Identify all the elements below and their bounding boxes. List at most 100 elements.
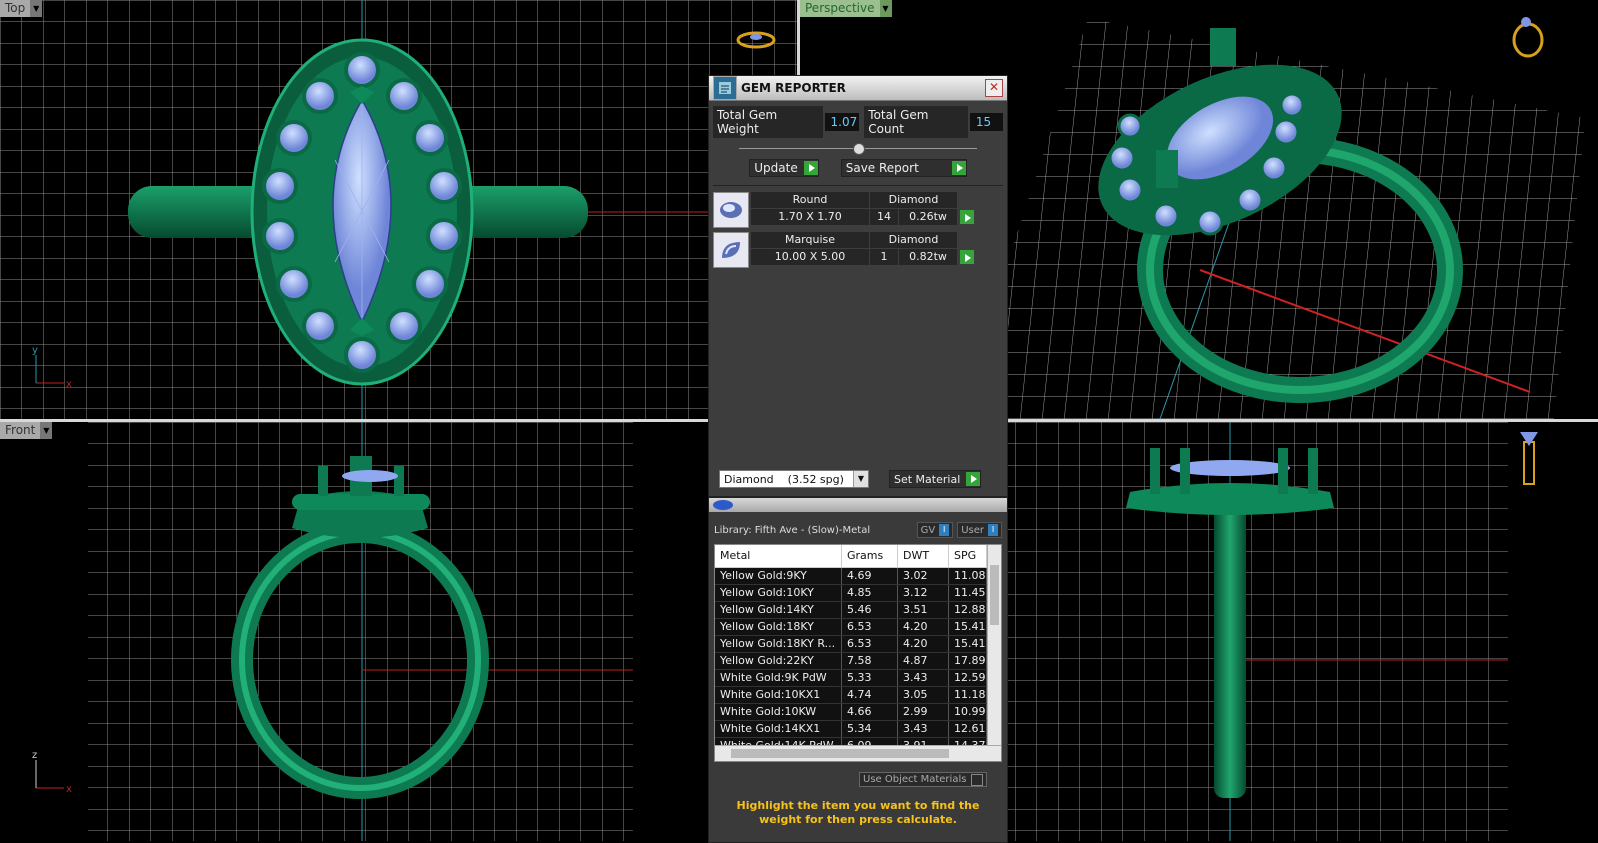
table-cell: Yellow Gold:14KY xyxy=(715,602,842,618)
table-cell: Yellow Gold:22KY xyxy=(715,653,842,669)
table-row[interactable]: Yellow Gold:9KY 4.69 3.02 11.08 xyxy=(715,568,1001,585)
metal-panel-titlebar[interactable] xyxy=(709,498,1007,512)
gem-size: 1.70 X 1.70 xyxy=(751,209,869,225)
svg-text:z: z xyxy=(32,750,37,761)
table-cell: 4.20 xyxy=(898,636,949,652)
use-object-materials-checkbox[interactable]: Use Object Materials xyxy=(859,772,987,787)
select-gem-button[interactable] xyxy=(960,210,974,224)
update-button[interactable]: Update xyxy=(749,159,819,177)
table-cell: 10.99 xyxy=(949,704,987,720)
ring-preview-icon-persp xyxy=(1512,17,1544,58)
chevron-down-icon[interactable]: ▼ xyxy=(30,0,43,17)
table-cell: 12.59 xyxy=(949,670,987,686)
table-cell: 15.41 xyxy=(949,619,987,635)
table-row[interactable]: Yellow Gold:18KY R... 6.53 4.20 15.41 xyxy=(715,636,1001,653)
play-arrow-icon xyxy=(803,161,818,175)
table-cell: 3.02 xyxy=(898,568,949,584)
table-cell: 4.20 xyxy=(898,619,949,635)
table-cell: Yellow Gold:9KY xyxy=(715,568,842,584)
table-cell: 7.58 xyxy=(842,653,898,669)
table-row[interactable]: Yellow Gold:14KY 5.46 3.51 12.88 xyxy=(715,602,1001,619)
table-cell: 4.69 xyxy=(842,568,898,584)
table-row[interactable]: Yellow Gold:10KY 4.85 3.12 11.45 xyxy=(715,585,1001,602)
gem-weight: 0.82tw xyxy=(899,249,957,265)
close-icon[interactable]: ✕ xyxy=(985,79,1003,97)
table-cell: 12.88 xyxy=(949,602,987,618)
gem-shape: Marquise xyxy=(751,232,869,248)
top-viewport[interactable]: x y Top ▼ xyxy=(0,0,797,419)
metal-table: Metal Grams DWT SPG Yellow Gold:9KY 4.69 3… xyxy=(714,544,1002,762)
chevron-down-icon[interactable]: ▼ xyxy=(853,471,868,487)
table-cell: 11.08 xyxy=(949,568,987,584)
table-row[interactable]: Yellow Gold:22KY 7.58 4.87 17.89 xyxy=(715,653,1001,670)
select-gem-button[interactable] xyxy=(960,250,974,264)
total-gem-count-value: 15 xyxy=(969,113,1003,131)
table-row[interactable]: Yellow Gold:18KY 6.53 4.20 15.41 xyxy=(715,619,1001,636)
gem-reporter-panel: GEM REPORTER ✕ Total Gem Weight 1.07 Tot… xyxy=(708,75,1008,497)
front-halo xyxy=(292,494,430,510)
chevron-down-icon[interactable]: ▼ xyxy=(40,422,53,439)
table-row[interactable]: White Gold:10KX1 4.74 3.05 11.18 xyxy=(715,687,1001,704)
total-gem-count-label: Total Gem Count xyxy=(864,106,968,138)
gem-type: Diamond xyxy=(870,192,957,208)
gem-shape: Round xyxy=(751,192,869,208)
gem-row[interactable]: Round Diamond 1.70 X 1.70 14 0.26tw xyxy=(713,192,1003,228)
side-shank xyxy=(1214,498,1246,798)
table-cell: 3.43 xyxy=(898,670,949,686)
table-cell: 4.87 xyxy=(898,653,949,669)
table-cell: 3.51 xyxy=(898,602,949,618)
gem-reporter-titlebar[interactable]: GEM REPORTER ✕ xyxy=(709,76,1007,101)
material-select[interactable]: Diamond (3.52 spg) ▼ xyxy=(719,470,869,488)
gem-size: 10.00 X 5.00 xyxy=(751,249,869,265)
chevron-down-icon[interactable]: ▼ xyxy=(879,0,892,17)
vertical-scrollbar[interactable] xyxy=(987,545,1001,745)
column-header[interactable]: DWT xyxy=(898,545,949,567)
table-cell: 3.12 xyxy=(898,585,949,601)
metal-table-header: Metal Grams DWT SPG xyxy=(715,545,1001,568)
table-cell: White Gold:10KW xyxy=(715,704,842,720)
set-material-button[interactable]: Set Material xyxy=(889,470,982,488)
save-report-button[interactable]: Save Report xyxy=(840,159,967,177)
table-cell: 5.46 xyxy=(842,602,898,618)
gem-list: Round Diamond 1.70 X 1.70 14 0.26tw Marq… xyxy=(713,185,1003,268)
toggle-indicator-icon: I xyxy=(939,524,950,536)
table-cell: 3.43 xyxy=(898,721,949,737)
gv-toggle[interactable]: GV I xyxy=(916,522,954,538)
table-cell: Yellow Gold:18KY R... xyxy=(715,636,842,652)
table-row[interactable]: White Gold:10KW 4.66 2.99 10.99 xyxy=(715,704,1001,721)
gem-reporter-title: GEM REPORTER xyxy=(741,81,846,95)
play-arrow-icon xyxy=(951,161,966,175)
table-cell: 6.53 xyxy=(842,636,898,652)
svg-text:x: x xyxy=(66,784,72,795)
horizontal-scrollbar[interactable] xyxy=(715,745,1001,761)
perspective-viewport-label[interactable]: Perspective ▼ xyxy=(800,0,892,17)
gem-type: Diamond xyxy=(870,232,957,248)
metal-weight-panel: Library: Fifth Ave - (Slow)-Metal GV I Us… xyxy=(708,497,1008,843)
front-viewport-label[interactable]: Front ▼ xyxy=(0,422,53,439)
total-gem-weight-label: Total Gem Weight xyxy=(713,106,823,138)
splitter-slider[interactable] xyxy=(739,143,977,155)
column-header[interactable]: SPG xyxy=(949,545,987,567)
round-gem-icon xyxy=(713,192,749,228)
table-cell: 3.05 xyxy=(898,687,949,703)
table-cell: 17.89 xyxy=(949,653,987,669)
front-viewport[interactable]: x z Front ▼ xyxy=(0,422,797,841)
table-cell: 11.18 xyxy=(949,687,987,703)
marquise-gem-icon xyxy=(713,232,749,268)
total-gem-weight-value: 1.07 xyxy=(824,113,859,131)
table-cell: 5.34 xyxy=(842,721,898,737)
table-row[interactable]: White Gold:9K PdW 5.33 3.43 12.59 xyxy=(715,670,1001,687)
column-header[interactable]: Grams xyxy=(842,545,898,567)
toggle-indicator-icon: I xyxy=(988,524,998,536)
table-cell: 11.45 xyxy=(949,585,987,601)
svg-text:x: x xyxy=(66,379,72,390)
user-toggle[interactable]: User I xyxy=(957,522,1002,538)
front-view-scene: x z xyxy=(32,422,633,841)
table-cell: 15.41 xyxy=(949,636,987,652)
play-arrow-icon xyxy=(966,472,981,486)
checkbox-icon xyxy=(971,773,983,786)
column-header[interactable]: Metal xyxy=(715,545,842,567)
top-viewport-label[interactable]: Top ▼ xyxy=(0,0,43,17)
table-row[interactable]: White Gold:14KX1 5.34 3.43 12.61 xyxy=(715,721,1001,738)
gem-row[interactable]: Marquise Diamond 10.00 X 5.00 1 0.82tw xyxy=(713,232,1003,268)
